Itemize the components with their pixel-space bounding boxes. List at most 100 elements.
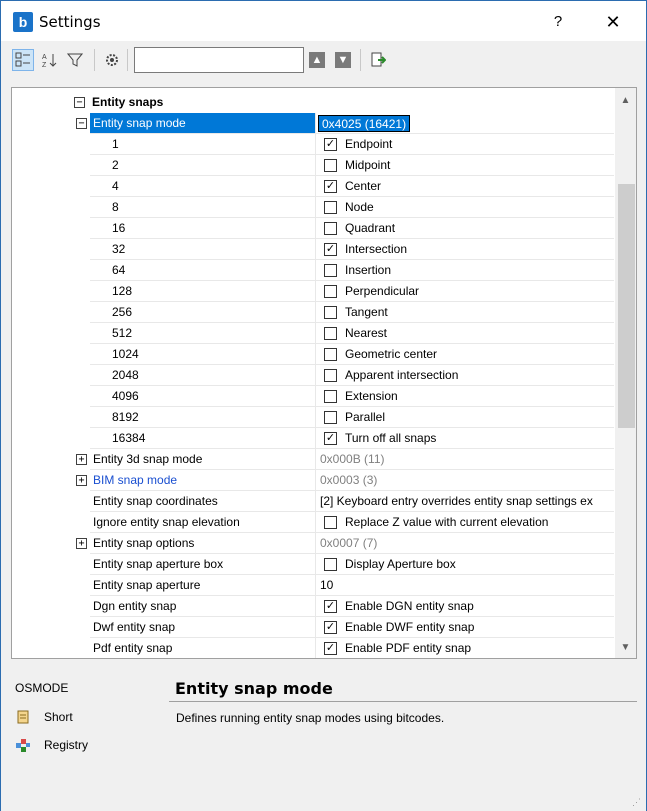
table-row[interactable]: 8 Node bbox=[12, 197, 614, 218]
value-cell[interactable]: Quadrant bbox=[316, 218, 614, 239]
scrollbar-thumb[interactable] bbox=[618, 184, 635, 428]
export-icon[interactable] bbox=[369, 51, 387, 69]
table-row[interactable]: − Entity snap mode 0x4025 (16421) bbox=[12, 113, 614, 134]
table-row[interactable]: 2048 Apparent intersection bbox=[12, 365, 614, 386]
table-row[interactable]: 128 Perpendicular bbox=[12, 281, 614, 302]
table-row[interactable]: 16384 ✓ Turn off all snaps bbox=[12, 428, 614, 449]
table-row[interactable]: + Entity 3d snap mode 0x000B (11) bbox=[12, 449, 614, 470]
scroll-down-icon[interactable]: ▼ bbox=[615, 637, 636, 658]
table-row[interactable]: 4 ✓ Center bbox=[12, 176, 614, 197]
name-cell[interactable]: 8 bbox=[90, 197, 316, 218]
table-row[interactable]: 2 Midpoint bbox=[12, 155, 614, 176]
checkbox[interactable] bbox=[324, 285, 337, 298]
table-row[interactable]: 32 ✓ Intersection bbox=[12, 239, 614, 260]
name-cell[interactable]: 128 bbox=[90, 281, 316, 302]
table-row[interactable]: Entity snap coordinates [2] Keyboard entr… bbox=[12, 491, 614, 512]
value-cell[interactable]: Parallel bbox=[316, 407, 614, 428]
checkbox[interactable] bbox=[324, 264, 337, 277]
search-previous-icon[interactable]: ▲ bbox=[309, 52, 325, 68]
value-cell[interactable]: ✓ Enable PDF entity snap bbox=[316, 638, 614, 658]
checkbox[interactable] bbox=[324, 348, 337, 361]
close-button[interactable]: ✕ bbox=[601, 10, 625, 34]
name-cell[interactable]: Entity snap mode bbox=[90, 113, 316, 134]
value-cell[interactable]: ✓ Turn off all snaps bbox=[316, 428, 614, 449]
checkbox[interactable]: ✓ bbox=[324, 138, 337, 151]
table-row[interactable]: 16 Quadrant bbox=[12, 218, 614, 239]
table-row[interactable]: + Entity snap options 0x0007 (7) bbox=[12, 533, 614, 554]
name-cell[interactable]: Dgn entity snap bbox=[90, 596, 316, 617]
value-cell[interactable]: 10 bbox=[316, 575, 614, 596]
name-cell[interactable]: 512 bbox=[90, 323, 316, 344]
help-button[interactable]: ? bbox=[546, 10, 570, 34]
name-cell[interactable]: Entity snap options bbox=[90, 533, 316, 554]
value-cell[interactable]: Nearest bbox=[316, 323, 614, 344]
table-row[interactable]: Entity snap aperture 10 bbox=[12, 575, 614, 596]
checkbox[interactable] bbox=[324, 201, 337, 214]
name-cell[interactable]: 4096 bbox=[90, 386, 316, 407]
search-input[interactable] bbox=[134, 47, 304, 73]
checkbox[interactable] bbox=[324, 390, 337, 403]
filter-icon[interactable] bbox=[64, 49, 86, 71]
checkbox[interactable]: ✓ bbox=[324, 180, 337, 193]
name-cell[interactable]: Pdf entity snap bbox=[90, 638, 316, 658]
value-cell[interactable]: ✓ Endpoint bbox=[316, 134, 614, 155]
resize-grip-icon[interactable]: ⋰ bbox=[632, 797, 642, 807]
value-cell[interactable]: Geometric center bbox=[316, 344, 614, 365]
checkbox[interactable] bbox=[324, 306, 337, 319]
name-cell[interactable]: 2048 bbox=[90, 365, 316, 386]
value-cell[interactable]: ✓ Center bbox=[316, 176, 614, 197]
name-cell[interactable]: Ignore entity snap elevation bbox=[90, 512, 316, 533]
name-cell[interactable]: Entity snap aperture box bbox=[90, 554, 316, 575]
checkbox[interactable]: ✓ bbox=[324, 642, 337, 655]
table-row[interactable]: 256 Tangent bbox=[12, 302, 614, 323]
checkbox[interactable]: ✓ bbox=[324, 621, 337, 634]
value-cell[interactable]: Replace Z value with current elevation bbox=[316, 512, 614, 533]
expand-icon[interactable]: + bbox=[76, 538, 87, 549]
name-cell[interactable]: 16384 bbox=[90, 428, 316, 449]
checkbox[interactable] bbox=[324, 558, 337, 571]
value-cell[interactable]: ✓ Enable DGN entity snap bbox=[316, 596, 614, 617]
table-row[interactable]: Entity snap aperture box Display Aperture… bbox=[12, 554, 614, 575]
checkbox[interactable] bbox=[324, 516, 337, 529]
expand-icon[interactable]: + bbox=[76, 454, 87, 465]
name-cell[interactable]: Entity snap aperture bbox=[90, 575, 316, 596]
checkbox[interactable] bbox=[324, 327, 337, 340]
checkbox[interactable] bbox=[324, 411, 337, 424]
value-cell[interactable]: ✓ Intersection bbox=[316, 239, 614, 260]
value-cell[interactable]: Midpoint bbox=[316, 155, 614, 176]
name-cell[interactable]: Entity snap coordinates bbox=[90, 491, 316, 512]
name-cell[interactable]: Entity 3d snap mode bbox=[90, 449, 316, 470]
name-cell[interactable]: 1024 bbox=[90, 344, 316, 365]
value-cell[interactable]: ✓ Enable DWF entity snap bbox=[316, 617, 614, 638]
settings-gear-icon[interactable] bbox=[101, 49, 123, 71]
name-cell[interactable]: 2 bbox=[90, 155, 316, 176]
value-cell[interactable]: Display Aperture box bbox=[316, 554, 614, 575]
name-cell[interactable]: 8192 bbox=[90, 407, 316, 428]
table-row[interactable]: Pdf entity snap ✓ Enable PDF entity snap bbox=[12, 638, 614, 658]
name-cell[interactable]: BIM snap mode bbox=[90, 470, 316, 491]
name-cell[interactable]: Dwf entity snap bbox=[90, 617, 316, 638]
collapse-icon[interactable]: − bbox=[76, 118, 87, 129]
checkbox[interactable] bbox=[324, 369, 337, 382]
checkbox[interactable]: ✓ bbox=[324, 243, 337, 256]
checkbox[interactable]: ✓ bbox=[324, 600, 337, 613]
value-cell[interactable]: 0x4025 (16421) bbox=[316, 113, 614, 134]
value-cell[interactable]: Tangent bbox=[316, 302, 614, 323]
table-row[interactable]: Ignore entity snap elevation Replace Z va… bbox=[12, 512, 614, 533]
short-link[interactable]: Short bbox=[15, 709, 73, 725]
value-cell[interactable]: Apparent intersection bbox=[316, 365, 614, 386]
value-cell[interactable]: Insertion bbox=[316, 260, 614, 281]
table-row[interactable]: 1 ✓ Endpoint bbox=[12, 134, 614, 155]
sort-alphabetical-icon[interactable]: AZ bbox=[38, 49, 60, 71]
table-row[interactable]: 64 Insertion bbox=[12, 260, 614, 281]
checkbox[interactable] bbox=[324, 159, 337, 172]
name-cell[interactable]: 64 bbox=[90, 260, 316, 281]
value-editor[interactable]: 0x4025 (16421) bbox=[318, 115, 411, 132]
value-cell[interactable]: Node bbox=[316, 197, 614, 218]
checkbox[interactable] bbox=[324, 222, 337, 235]
name-cell[interactable]: 16 bbox=[90, 218, 316, 239]
scroll-up-icon[interactable]: ▲ bbox=[615, 90, 636, 111]
registry-link[interactable]: Registry bbox=[15, 737, 88, 753]
table-row[interactable]: 512 Nearest bbox=[12, 323, 614, 344]
name-cell[interactable]: 4 bbox=[90, 176, 316, 197]
